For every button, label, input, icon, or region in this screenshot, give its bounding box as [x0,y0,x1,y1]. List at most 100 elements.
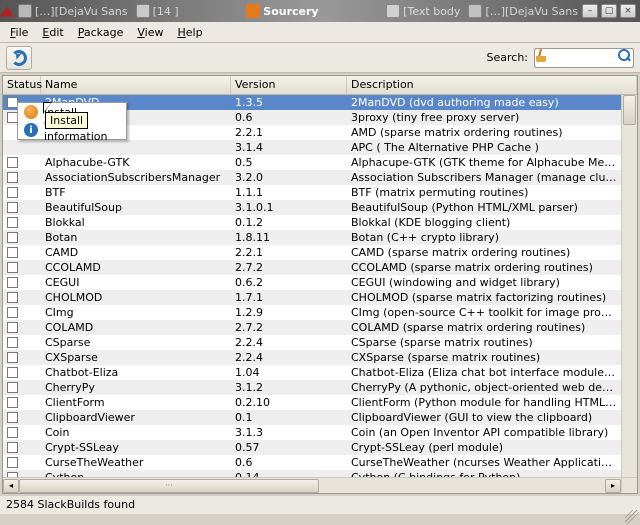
menu-view[interactable]: View [131,24,169,41]
status-cell [3,412,41,423]
table-row[interactable]: Alphacube-GTK0.5Alphacupe-GTK (GTK theme… [3,155,621,170]
close-button[interactable]: × [620,4,636,18]
status-checkbox[interactable] [7,382,18,393]
status-checkbox[interactable] [7,352,18,363]
vertical-scrollbar[interactable] [621,95,637,477]
version-cell: 0.2.10 [231,396,347,409]
status-checkbox[interactable] [7,187,18,198]
status-text: 2584 SlackBuilds found [6,498,135,511]
table-row[interactable]: BTF1.1.1BTF (matrix permuting routines) [3,185,621,200]
status-checkbox[interactable] [7,397,18,408]
description-cell: COLAMD (sparse matrix ordering routines) [347,321,621,334]
horizontal-scrollbar[interactable]: ◂ ▸ ··· [3,477,621,493]
table-row[interactable]: CImg1.2.9CImg (open-source C++ toolkit f… [3,305,621,320]
horizontal-scroll-thumb[interactable]: ··· [19,479,319,493]
description-cell: Alphacupe-GTK (GTK theme for Alphacube M… [347,156,621,169]
status-checkbox[interactable] [7,202,18,213]
table-row[interactable]: COLAMD2.7.2COLAMD (sparse matrix orderin… [3,320,621,335]
vertical-scroll-thumb[interactable] [623,95,636,125]
menu-help-label: Help [177,26,202,39]
status-cell [3,367,41,378]
scroll-left-button[interactable]: ◂ [3,479,19,493]
table-row[interactable]: ClipboardViewer0.1ClipboardViewer (GUI t… [3,410,621,425]
status-checkbox[interactable] [7,292,18,303]
table-row[interactable]: CSparse2.2.4CSparse (sparse matrix routi… [3,335,621,350]
status-checkbox[interactable] [7,172,18,183]
minimize-button[interactable]: – [582,4,598,18]
status-cell [3,172,41,183]
status-checkbox[interactable] [7,232,18,243]
menu-help[interactable]: Help [171,24,208,41]
titlebar-text: [14 ] [153,5,179,18]
table-row[interactable]: Blokkal0.1.2Blokkal (KDE blogging client… [3,215,621,230]
description-cell: CherryPy (A pythonic, object-oriented we… [347,381,621,394]
name-cell: Alphacube-GTK [41,156,231,169]
name-cell: ClientForm [41,396,231,409]
status-checkbox[interactable] [7,412,18,423]
description-cell: AMD (sparse matrix ordering routines) [347,126,621,139]
name-cell: Crypt-SSLeay [41,441,231,454]
status-cell [3,262,41,273]
table-row[interactable]: CAMD2.2.1CAMD (sparse matrix ordering ro… [3,245,621,260]
status-checkbox[interactable] [7,247,18,258]
status-bar: 2584 SlackBuilds found [0,496,640,514]
table-row[interactable]: BeautifulSoup3.1.0.1BeautifulSoup (Pytho… [3,200,621,215]
description-cell: BeautifulSoup (Python HTML/XML parser) [347,201,621,214]
search-icon[interactable] [618,49,632,63]
table-row[interactable]: Chatbot-Eliza1.04Chatbot-Eliza (Eliza ch… [3,365,621,380]
status-checkbox[interactable] [7,217,18,228]
table-row[interactable]: AssociationSubscribersManager3.2.0Associ… [3,170,621,185]
status-checkbox[interactable] [7,337,18,348]
table-row[interactable]: Coin3.1.3Coin (an Open Inventor API comp… [3,425,621,440]
menu-file[interactable]: File [4,24,34,41]
status-checkbox[interactable] [7,277,18,288]
doc-icon [468,4,482,18]
status-checkbox[interactable] [7,457,18,468]
version-cell: 3.1.0.1 [231,201,347,214]
status-cell [3,187,41,198]
status-checkbox[interactable] [7,157,18,168]
table-row[interactable]: CherryPy3.1.2CherryPy (A pythonic, objec… [3,380,621,395]
menu-package[interactable]: Package [72,24,130,41]
status-checkbox[interactable] [7,427,18,438]
status-cell [3,247,41,258]
version-cell: 2.2.4 [231,336,347,349]
table-row[interactable]: CEGUI0.6.2CEGUI (windowing and widget li… [3,275,621,290]
header-version[interactable]: Version [231,76,347,94]
status-checkbox[interactable] [7,322,18,333]
version-cell: 2.2.4 [231,351,347,364]
status-checkbox[interactable] [7,262,18,273]
menu-edit[interactable]: Edit [36,24,69,41]
table-row[interactable]: Botan1.8.11Botan (C++ crypto library) [3,230,621,245]
version-cell: 1.2.9 [231,306,347,319]
header-name[interactable]: Name [41,76,231,94]
table-row[interactable]: Crypt-SSLeay0.57Crypt-SSLeay (perl modul… [3,440,621,455]
maximize-button[interactable]: ▢ [601,4,617,18]
description-cell: CAMD (sparse matrix ordering routines) [347,246,621,259]
status-checkbox[interactable] [7,442,18,453]
table-row[interactable]: CCOLAMD2.7.2CCOLAMD (sparse matrix order… [3,260,621,275]
description-cell: Crypt-SSLeay (perl module) [347,441,621,454]
menu-file-label: File [10,26,28,39]
menu-edit-label: Edit [42,26,63,39]
header-description-label: Description [351,78,414,91]
header-status[interactable]: Status [3,76,41,94]
reload-button[interactable] [6,46,32,70]
resize-grip[interactable] [625,510,639,524]
table-row[interactable]: Cython0.14Cython (C bindings for Python) [3,470,621,477]
status-checkbox[interactable] [7,307,18,318]
table-row[interactable]: ClientForm0.2.10ClientForm (Python modul… [3,395,621,410]
status-checkbox[interactable] [7,367,18,378]
scroll-right-button[interactable]: ▸ [605,479,621,493]
table-row[interactable]: CXSparse2.2.4CXSparse (sparse matrix rou… [3,350,621,365]
description-cell: CSparse (sparse matrix routines) [347,336,621,349]
titlebar-text: […][DejaVu Sans [35,5,128,18]
titlebar-seg: […][DejaVu Sans [14,4,132,18]
table-row[interactable]: CHOLMOD1.7.1CHOLMOD (sparse matrix facto… [3,290,621,305]
version-cell: 1.1.1 [231,186,347,199]
name-cell: CSparse [41,336,231,349]
name-cell: BeautifulSoup [41,201,231,214]
clear-search-icon[interactable] [536,49,550,63]
table-row[interactable]: CurseTheWeather0.6CurseTheWeather (ncurs… [3,455,621,470]
header-description[interactable]: Description [347,76,637,94]
